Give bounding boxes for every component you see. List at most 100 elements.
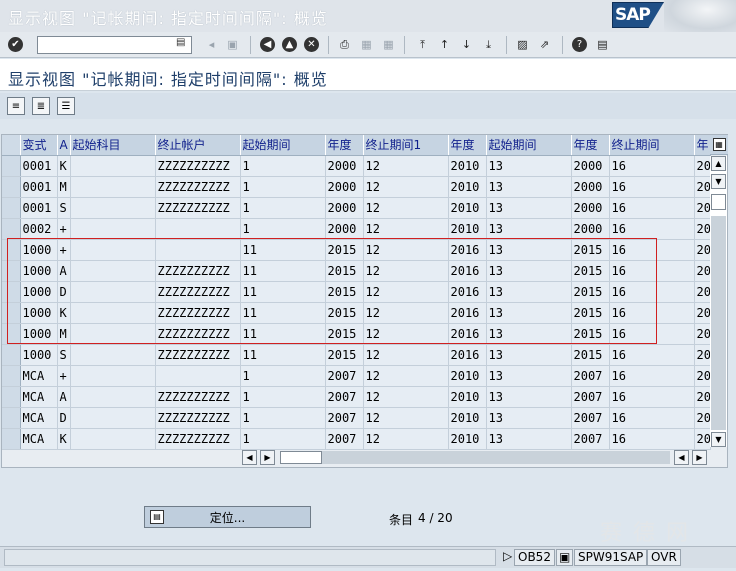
scroll-left-end-icon[interactable]: ◀ — [674, 450, 689, 465]
table-row[interactable]: MCA K ZZZZZZZZZZ 1 2007 12 2010 13 2007 16 20 — [2, 428, 711, 450]
table-cell: MCA — [20, 386, 58, 408]
exit-icon[interactable]: ▲ — [282, 37, 297, 52]
row-selector[interactable] — [2, 281, 21, 303]
column-header[interactable]: 终止期间1 — [363, 135, 449, 156]
cancel-icon[interactable]: ✕ — [304, 37, 319, 52]
column-header[interactable]: 年 — [694, 135, 711, 156]
table-row[interactable]: MCA +1 2007 12 2010 13 2007 16 20 — [2, 365, 711, 387]
first-page-icon[interactable]: ⤒ — [414, 36, 431, 53]
table-cell: 20 — [694, 302, 711, 324]
column-header[interactable]: 变式 — [20, 135, 58, 156]
screen-title: 显示视图 "记帐期间: 指定时间间隔": 概览 — [8, 70, 328, 89]
table-cell: 12 — [363, 344, 449, 366]
scroll-right-icon[interactable]: ▶ — [692, 450, 707, 465]
row-selector[interactable] — [2, 407, 21, 429]
column-header[interactable]: A — [57, 135, 71, 156]
shortcut-icon[interactable]: ⇗ — [536, 36, 553, 53]
next-page-icon[interactable]: ↓ — [458, 36, 475, 53]
table-cell: 16 — [609, 176, 695, 198]
table-row[interactable]: 0001 K ZZZZZZZZZZ 1 2000 12 2010 13 2000 16 20 — [2, 155, 711, 177]
table-row[interactable]: 0002 +1 2000 12 2010 13 2000 16 20 — [2, 218, 711, 240]
table-cell — [70, 155, 156, 177]
table-row[interactable]: 1000 S ZZZZZZZZZZ 11 2015 12 2016 13 2015 16 20 — [2, 344, 711, 366]
table-cell: MCA — [20, 365, 58, 387]
previous-page-icon[interactable]: ↑ — [436, 36, 453, 53]
row-selector[interactable] — [2, 428, 21, 450]
save-icon[interactable]: ▣ — [224, 36, 241, 53]
row-selector[interactable] — [2, 302, 21, 324]
row-selector[interactable] — [2, 218, 21, 240]
table-cell: 12 — [363, 302, 449, 324]
row-selector[interactable] — [2, 365, 21, 387]
table-row[interactable]: 1000 K ZZZZZZZZZZ 11 2015 12 2016 13 2015 16 20 — [2, 302, 711, 324]
column-header[interactable]: 年度 — [571, 135, 610, 156]
horizontal-scroll-thumb[interactable] — [280, 451, 322, 464]
row-selector-header[interactable] — [2, 135, 21, 156]
scroll-up-icon[interactable]: ▲ — [711, 156, 726, 171]
column-header[interactable]: 起始科目 — [70, 135, 156, 156]
table-row[interactable]: 0001 S ZZZZZZZZZZ 1 2000 12 2010 13 2000 16 20 — [2, 197, 711, 219]
table-row[interactable]: 1000 D ZZZZZZZZZZ 11 2015 12 2016 13 2015 16 20 — [2, 281, 711, 303]
scroll-right-small-icon[interactable]: ▶ — [260, 450, 275, 465]
table-row[interactable]: 0001 M ZZZZZZZZZZ 1 2000 12 2010 13 2000 16 20 — [2, 176, 711, 198]
select-block-icon[interactable]: ≣ — [32, 97, 50, 115]
table-cell — [70, 428, 156, 450]
table-cell: 16 — [609, 323, 695, 345]
row-selector[interactable] — [2, 260, 21, 282]
column-header[interactable]: 起始期间 — [486, 135, 572, 156]
print-icon[interactable]: ⎙ — [336, 36, 353, 53]
vertical-scrollbar[interactable]: ▲ ▼ ▼ — [710, 156, 727, 447]
table-control: 变式 A 起始科目 终止帐户 起始期间 年度 终止期间1 年度 起始期间 年度 … — [1, 134, 728, 468]
table-cell: 13 — [486, 218, 572, 240]
layout-menu-icon[interactable]: ▤ — [594, 36, 611, 53]
row-selector[interactable] — [2, 386, 21, 408]
vertical-scroll-track[interactable] — [711, 216, 726, 430]
system-info-icon[interactable]: ▣ — [556, 549, 574, 566]
table-row[interactable]: 1000 +11 2015 12 2016 13 2015 16 20 — [2, 239, 711, 261]
command-history-icon[interactable]: ▤ — [176, 37, 185, 48]
history-back-icon[interactable]: ◂ — [203, 36, 220, 53]
find-icon[interactable]: ▦ — [358, 36, 375, 53]
row-selector[interactable] — [2, 155, 21, 177]
enter-icon[interactable]: ✔ — [8, 37, 23, 52]
find-next-icon[interactable]: ▦ — [380, 36, 397, 53]
row-selector[interactable] — [2, 323, 21, 345]
row-selector[interactable] — [2, 197, 21, 219]
column-header[interactable]: 起始期间 — [240, 135, 326, 156]
scroll-down-icon[interactable]: ▼ — [711, 432, 726, 447]
horizontal-scrollbar[interactable]: ◀ ▶ ◀ ▶ — [242, 449, 708, 466]
row-selector[interactable] — [2, 176, 21, 198]
table-cell: K — [57, 428, 71, 450]
column-header[interactable]: 年度 — [448, 135, 487, 156]
back-icon[interactable]: ◀ — [260, 37, 275, 52]
status-expand-icon[interactable]: ▷ — [500, 549, 515, 566]
column-header[interactable]: 终止期间 — [609, 135, 695, 156]
table-cell: 12 — [363, 428, 449, 450]
help-icon[interactable]: ? — [572, 37, 587, 52]
table-row[interactable]: 1000 M ZZZZZZZZZZ 11 2015 12 2016 13 2015 16 20 — [2, 323, 711, 345]
select-all-icon[interactable]: ≡ — [7, 97, 25, 115]
row-selector[interactable] — [2, 344, 21, 366]
scroll-down-small-icon[interactable]: ▼ — [711, 174, 726, 189]
column-header[interactable]: 终止帐户 — [155, 135, 241, 156]
table-cell: 20 — [694, 365, 711, 387]
table-row[interactable]: 1000 A ZZZZZZZZZZ 11 2015 12 2016 13 2015 16 20 — [2, 260, 711, 282]
table-cell: 1 — [240, 428, 326, 450]
row-selector[interactable] — [2, 239, 21, 261]
vertical-scroll-thumb[interactable] — [711, 194, 726, 210]
window-titlebar: 显示视图 "记帐期间: 指定时间间隔": 概览 SAP — [0, 0, 736, 32]
column-header[interactable]: 年度 — [325, 135, 364, 156]
table-settings-icon[interactable]: ▦ — [710, 135, 728, 155]
table-row[interactable]: MCA D ZZZZZZZZZZ 1 2007 12 2010 13 2007 16 20 — [2, 407, 711, 429]
last-page-icon[interactable]: ⤓ — [480, 36, 497, 53]
horizontal-scroll-track[interactable] — [280, 451, 670, 464]
table-row[interactable]: MCA A ZZZZZZZZZZ 1 2007 12 2010 13 2007 16 20 — [2, 386, 711, 408]
entry-value: 4 / 20 — [418, 511, 453, 525]
create-session-icon[interactable]: ▨ — [514, 36, 531, 53]
deselect-all-icon[interactable]: ☰ — [57, 97, 75, 115]
table-cell: ZZZZZZZZZZ — [155, 344, 241, 366]
scroll-left-icon[interactable]: ◀ — [242, 450, 257, 465]
position-button[interactable]: ▤ 定位... — [144, 506, 311, 528]
command-field[interactable] — [37, 36, 192, 54]
table-cell: 1000 — [20, 260, 58, 282]
